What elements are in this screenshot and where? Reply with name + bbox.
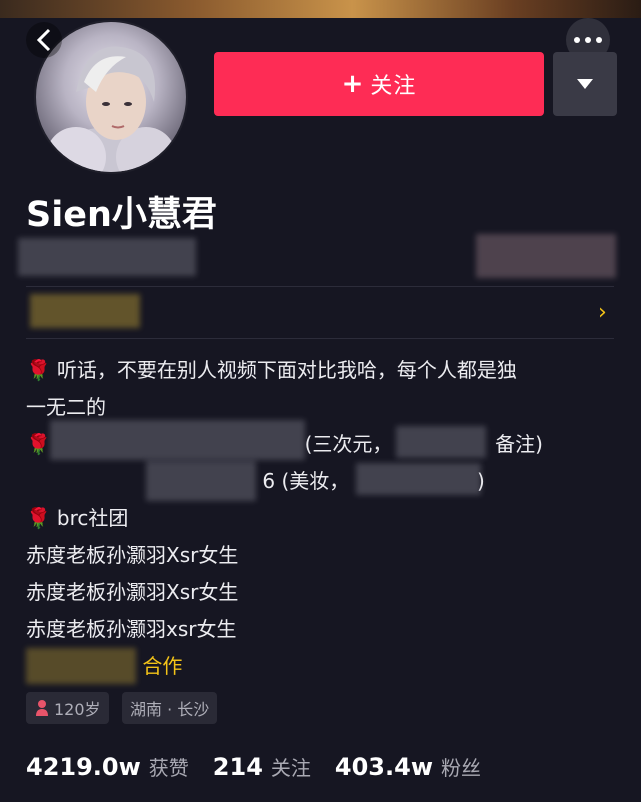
bio-line: 赤度老板孙灏羽Xsr女生 [26, 543, 239, 567]
bio-line: 🌹 听话，不要在别人视频下面对比我哈，每个人都是独 [26, 358, 517, 382]
rose-emoji-icon: 🌹 [26, 358, 51, 382]
divider-bottom [26, 338, 614, 339]
bio-line: 赤度老板孙灏羽Xsr女生 [26, 580, 239, 604]
redacted-link [30, 294, 140, 328]
rose-emoji-icon: 🌹 [26, 506, 51, 530]
divider-top [26, 286, 614, 287]
followers-stat[interactable]: 403.4w 粉丝 [335, 752, 481, 781]
follow-label: 关注 [370, 74, 417, 99]
back-arrow-icon [36, 28, 51, 52]
profile-link-row[interactable] [26, 288, 614, 336]
bio-line: 合作 [26, 648, 616, 685]
following-stat[interactable]: 214 关注 [213, 752, 311, 781]
plus-icon: + [341, 69, 365, 99]
redacted-text [356, 463, 481, 495]
age-tag: 120岁 [26, 692, 109, 724]
bio-line: 🌹 (三次元， 备注) [26, 420, 616, 463]
dropdown-button[interactable] [553, 52, 617, 116]
redacted-text [396, 426, 486, 458]
profile-name: Sien小慧君 [26, 195, 217, 235]
profile-banner [0, 0, 641, 18]
caret-down-icon [577, 79, 593, 89]
redacted-text [50, 420, 305, 460]
bio-line: 🌹 brc社团 [26, 506, 129, 530]
female-icon [36, 700, 48, 716]
bio: 🌹 听话，不要在别人视频下面对比我哈，每个人都是独 一无二的 🌹 (三次元， 备注… [26, 352, 616, 685]
bio-line: 6 (美妆， ) [26, 461, 616, 501]
location-tag: 湖南 · 长沙 [122, 692, 218, 724]
follow-button[interactable]: + 关注 [214, 52, 544, 116]
chevron-right-icon[interactable]: › [598, 300, 607, 325]
redacted-text [146, 461, 256, 501]
rose-emoji-icon: 🌹 [26, 432, 51, 456]
back-button[interactable] [26, 22, 62, 58]
likes-stat: 4219.0w 获赞 [26, 753, 189, 781]
bio-line: 赤度老板孙灏羽xsr女生 [26, 617, 237, 641]
stats-row: 4219.0w 获赞 214 关注 403.4w 粉丝 [26, 752, 505, 788]
more-dots-icon [574, 37, 602, 43]
redacted-id-right [476, 234, 616, 278]
redacted-id-left [18, 238, 196, 276]
redacted-text [26, 648, 136, 684]
